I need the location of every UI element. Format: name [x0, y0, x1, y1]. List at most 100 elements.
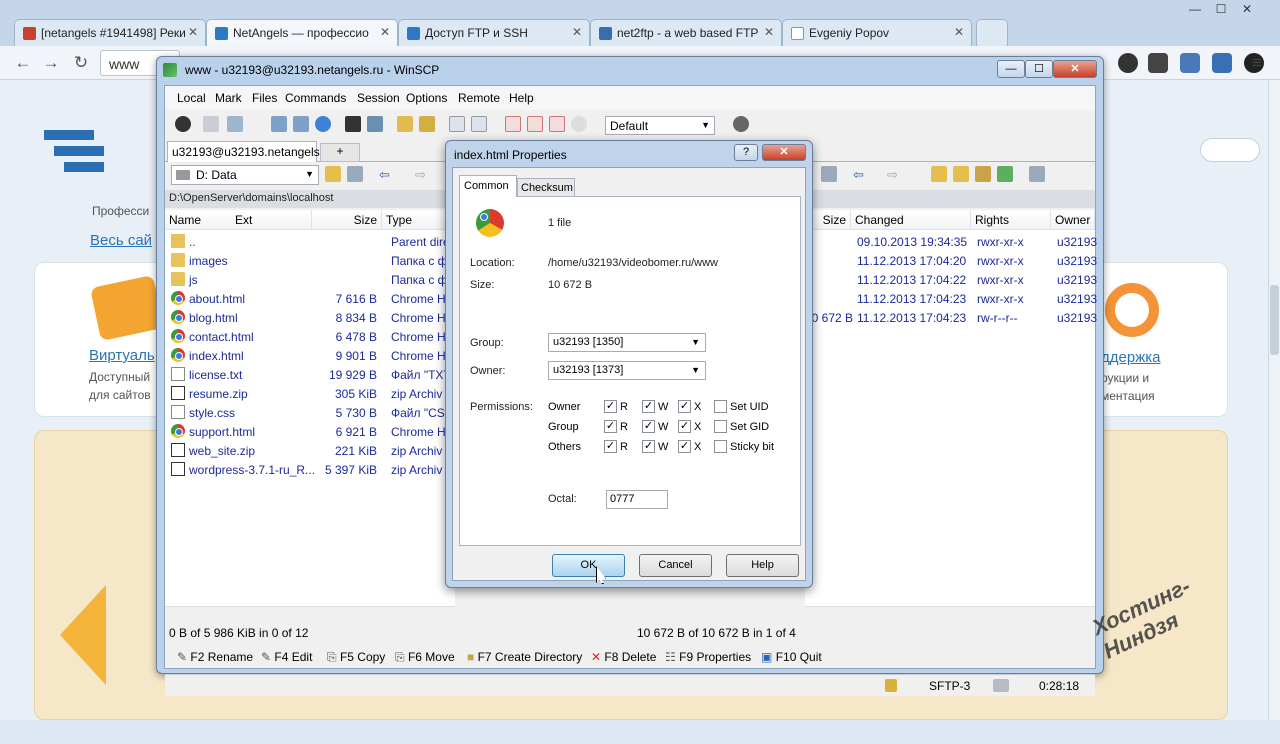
maximize-icon[interactable]: ☐: [1025, 60, 1053, 78]
file-row[interactable]: web_site.zip 221 KiB zip Archiv: [165, 441, 455, 460]
remote-file-row[interactable]: 11.12.2013 17:04:22 rwxr-xr-x u32193: [805, 270, 1097, 289]
column-size[interactable]: Size: [312, 210, 382, 230]
column-owner[interactable]: Owner: [1051, 210, 1095, 230]
close-icon[interactable]: ✕: [1234, 2, 1260, 18]
home-icon[interactable]: [975, 166, 991, 182]
permission-checkbox[interactable]: ✓: [642, 440, 655, 453]
permission-checkbox[interactable]: ✓: [678, 400, 691, 413]
local-hscrollbar[interactable]: [165, 606, 455, 622]
octal-field[interactable]: 0777: [606, 490, 668, 509]
file-row[interactable]: style.css 5 730 B Файл "CSS: [165, 403, 455, 422]
maximize-icon[interactable]: ☐: [1208, 2, 1234, 18]
putty-icon[interactable]: [367, 116, 383, 132]
filter-icon[interactable]: [821, 166, 837, 182]
search-field[interactable]: [1200, 138, 1260, 162]
f2-rename-button[interactable]: ✎ F2 Rename: [177, 650, 253, 664]
back-arrow-icon[interactable]: ←: [12, 52, 34, 74]
transfer-icon[interactable]: [397, 116, 413, 132]
file-row[interactable]: blog.html 8 834 B Chrome HT: [165, 308, 455, 327]
f7-create-directory-button[interactable]: ■ F7 Create Directory: [467, 650, 582, 664]
extension-icon[interactable]: [1212, 53, 1232, 73]
root-dir-icon[interactable]: [953, 166, 969, 182]
file-row[interactable]: license.txt 19 929 B Файл "TXT: [165, 365, 455, 384]
file-row[interactable]: wordpress-3.7.1-ru_R... 5 397 KiB zip Arch…: [165, 460, 455, 479]
permission-checkbox[interactable]: ✓: [642, 420, 655, 433]
drive-combo[interactable]: D: Data ▼: [171, 165, 319, 185]
remote-file-row[interactable]: 09.10.2013 19:34:35 rwxr-xr-x u32193: [805, 232, 1097, 251]
filter-icon[interactable]: [347, 166, 363, 182]
permission-checkbox[interactable]: ✓: [604, 440, 617, 453]
preferences-gear-icon[interactable]: [175, 116, 191, 132]
file-row[interactable]: support.html 6 921 B Chrome HT: [165, 422, 455, 441]
back-arrow-icon[interactable]: ⇦: [379, 167, 390, 183]
file-row[interactable]: about.html 7 616 B Chrome HT: [165, 289, 455, 308]
sticky-checkbox[interactable]: [714, 440, 727, 453]
remote-hscrollbar[interactable]: [805, 606, 1095, 622]
close-icon[interactable]: ✕: [1053, 60, 1097, 78]
browser-tab-evgeniy[interactable]: Evgeniy Popov ✕: [782, 19, 972, 46]
f6-move-button[interactable]: ⎘ F6 Move: [395, 650, 455, 665]
menu-options[interactable]: Options: [406, 91, 447, 105]
forward-arrow-icon[interactable]: →: [40, 52, 62, 74]
new-tab-button[interactable]: [976, 19, 1008, 46]
close-tab-icon[interactable]: ✕: [572, 25, 582, 39]
menu-icon[interactable]: ≡: [1246, 52, 1268, 74]
file-row[interactable]: resume.zip 305 KiB zip Archiv: [165, 384, 455, 403]
tree-icon[interactable]: [1029, 166, 1045, 182]
compare-icon[interactable]: [293, 116, 309, 132]
transfer-settings-combo[interactable]: Default ▼: [605, 116, 715, 135]
open-folder-icon[interactable]: [325, 166, 341, 182]
find-icon[interactable]: [419, 116, 435, 132]
forward-arrow-icon[interactable]: ⇨: [887, 167, 898, 183]
f10-quit-button[interactable]: ▣ F10 Quit: [761, 650, 822, 664]
menu-commands[interactable]: Commands: [285, 91, 346, 105]
close-tab-icon[interactable]: ✕: [380, 25, 390, 39]
f8-delete-button[interactable]: ✕ F8 Delete: [591, 650, 656, 664]
extension-icon[interactable]: [1180, 53, 1200, 73]
parent-dir-icon[interactable]: [931, 166, 947, 182]
owner-select[interactable]: u32193 [1373] ▼: [548, 361, 706, 380]
f9-properties-button[interactable]: ☷ F9 Properties: [665, 650, 751, 664]
refresh-icon[interactable]: [315, 116, 331, 132]
page-scrollbar-thumb[interactable]: [1270, 285, 1279, 355]
menu-session[interactable]: Session: [357, 91, 400, 105]
permission-checkbox[interactable]: ✓: [642, 400, 655, 413]
minimize-icon[interactable]: —: [1182, 2, 1208, 18]
card-right-title[interactable]: ддержка: [1101, 349, 1160, 366]
browser-tab-netangels-ticket[interactable]: [netangels #1941498] Реки ✕: [14, 19, 206, 46]
help-button[interactable]: Help: [726, 554, 799, 577]
select-icon[interactable]: [449, 116, 465, 132]
filter-icon[interactable]: [505, 116, 521, 132]
clear-icon[interactable]: [571, 116, 587, 132]
cancel-button[interactable]: Cancel: [639, 554, 712, 577]
copy-icon[interactable]: [227, 116, 243, 132]
column-ext[interactable]: Ext: [231, 210, 312, 230]
file-row[interactable]: index.html 9 901 B Chrome HT: [165, 346, 455, 365]
console-icon[interactable]: [345, 116, 361, 132]
column-changed[interactable]: Changed: [851, 210, 971, 230]
extension-icon[interactable]: [1148, 53, 1168, 73]
group-select[interactable]: u32193 [1350] ▼: [548, 333, 706, 352]
close-tab-icon[interactable]: ✕: [188, 25, 198, 39]
file-row[interactable]: contact.html 6 478 B Chrome HT: [165, 327, 455, 346]
f5-copy-button[interactable]: ⎘ F5 Copy: [327, 650, 385, 665]
browser-tab-ftp-ssh[interactable]: Доступ FTP и SSH ✕: [398, 19, 590, 46]
set-gid-checkbox[interactable]: [714, 420, 727, 433]
f4-edit-button[interactable]: ✎ F4 Edit: [261, 650, 312, 664]
new-session-tab[interactable]: +: [320, 143, 360, 162]
close-tab-icon[interactable]: ✕: [764, 25, 774, 39]
remote-file-row[interactable]: 11.12.2013 17:04:20 rwxr-xr-x u32193: [805, 251, 1097, 270]
remote-file-row[interactable]: 11.12.2013 17:04:23 rwxr-xr-x u32193: [805, 289, 1097, 308]
filter-icon[interactable]: [549, 116, 565, 132]
menu-remote[interactable]: Remote: [458, 91, 500, 105]
help-icon[interactable]: ?: [734, 144, 758, 161]
queue-icon[interactable]: [203, 116, 219, 132]
prev-arrow-icon[interactable]: [60, 585, 106, 685]
close-icon[interactable]: ✕: [762, 144, 806, 161]
file-row[interactable]: js Папка с ф: [165, 270, 455, 289]
menu-mark[interactable]: Mark: [215, 91, 242, 105]
site-link[interactable]: Весь сай: [90, 232, 152, 249]
remote-file-row[interactable]: 10 672 B 11.12.2013 17:04:23 rw-r--r-- u321…: [805, 308, 1097, 327]
close-tab-icon[interactable]: ✕: [954, 25, 964, 39]
browser-tab-net2ftp[interactable]: net2ftp - a web based FTP ✕: [590, 19, 782, 46]
